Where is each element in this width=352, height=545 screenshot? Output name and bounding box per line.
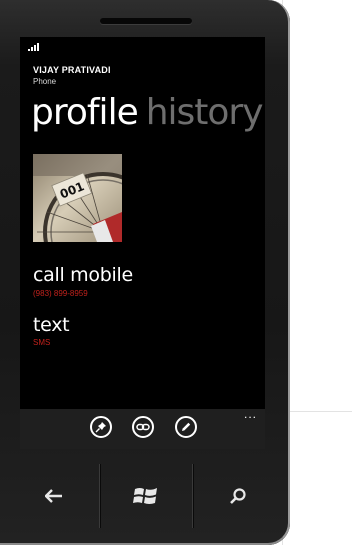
pin-button[interactable] xyxy=(90,416,112,438)
contact-name: VIJAY PRATIVADI xyxy=(33,65,111,75)
text-sms-label: SMS xyxy=(33,338,51,347)
signal-bars-icon xyxy=(28,43,44,51)
link-button[interactable] xyxy=(132,416,154,438)
contact-photo-image: 001 xyxy=(33,154,122,242)
contact-subtitle: Phone xyxy=(33,77,57,86)
edit-button[interactable] xyxy=(175,416,197,438)
contact-photo[interactable]: 001 xyxy=(33,154,122,242)
call-mobile-number: (983) 899-8959 xyxy=(33,289,88,298)
pin-icon xyxy=(95,422,106,433)
text-action[interactable]: text xyxy=(33,314,70,336)
search-button[interactable] xyxy=(193,464,284,528)
windows-start-icon xyxy=(132,488,157,504)
pivot-header: profile history xyxy=(31,92,264,133)
phone-screen: VIJAY PRATIVADI Phone profile history 00… xyxy=(20,37,265,449)
call-mobile-action[interactable]: call mobile xyxy=(33,264,133,286)
search-icon xyxy=(230,488,246,504)
back-button[interactable] xyxy=(8,464,101,528)
appbar-more-button[interactable]: ... xyxy=(244,408,257,420)
application-bar: ... xyxy=(20,408,265,449)
edit-icon xyxy=(182,422,191,431)
hardware-buttons xyxy=(8,464,284,528)
link-icon xyxy=(136,423,150,431)
phone-device: VIJAY PRATIVADI Phone profile history 00… xyxy=(0,0,290,545)
pivot-item-history[interactable]: history xyxy=(146,92,264,133)
pivot-item-profile[interactable]: profile xyxy=(31,92,139,133)
earpiece-speaker xyxy=(100,18,192,24)
start-button[interactable] xyxy=(100,464,193,528)
back-icon xyxy=(44,489,62,503)
